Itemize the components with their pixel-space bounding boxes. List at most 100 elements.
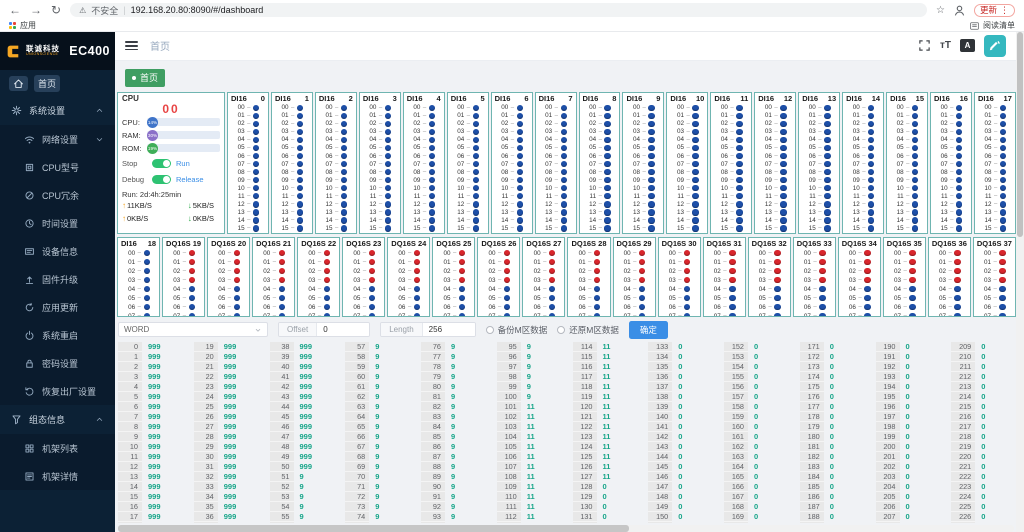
sidebar-item-密码设置[interactable]: 密码设置 — [0, 349, 115, 377]
horizontal-scrollbar-thumb[interactable] — [118, 525, 629, 532]
cell-value: 9 — [445, 362, 455, 371]
led-channel-row: 05– — [704, 294, 745, 303]
table-row: 10611 — [497, 452, 560, 462]
sidebar-item-CPU型号[interactable]: CPU型号 — [0, 153, 115, 181]
led-indicator — [385, 185, 391, 191]
channel-dash: – — [511, 161, 514, 167]
sidebar-item-系统重启[interactable]: 系统重启 — [0, 321, 115, 349]
chrome-menu-icon[interactable]: ⋮ — [1000, 5, 1009, 16]
sidebar-item-应用更新[interactable]: 应用更新 — [0, 293, 115, 321]
table-row: 16999 — [118, 502, 181, 512]
led-indicator — [956, 113, 962, 119]
reading-list-button[interactable]: 阅读清单 — [970, 20, 1015, 31]
tag-dot-icon — [132, 76, 136, 80]
channel-dash: – — [273, 295, 276, 301]
data-type-select[interactable]: WORD — [118, 322, 268, 337]
browser-back-button[interactable]: ← — [9, 4, 21, 16]
channel-dash: – — [818, 169, 821, 175]
table-row: 889 — [421, 462, 484, 472]
cell-value: 0 — [975, 452, 985, 461]
sidebar-item-label: 应用更新 — [42, 301, 78, 314]
led-channel-row: 13– — [667, 208, 707, 216]
led-channel-row: 00– — [228, 104, 268, 112]
sidebar-item-时间设置[interactable]: 时间设置 — [0, 209, 115, 237]
cell-index: 43 — [270, 392, 294, 402]
led-channel-row: 12– — [843, 200, 883, 208]
io-module-card: DQ16S2500–01–02–03–04–05–06–07–08– — [432, 237, 475, 317]
channel-dash: – — [453, 286, 456, 292]
led-indicator — [279, 268, 285, 274]
table-row: 1290 — [573, 492, 636, 502]
sidebar-group-组态信息[interactable]: 组态信息 — [0, 405, 115, 434]
channel-dash: – — [555, 121, 558, 127]
sidebar-group-系统设置[interactable]: 系统设置 — [0, 96, 115, 125]
offset-input[interactable] — [317, 323, 369, 336]
led-channel-row: 03– — [749, 276, 790, 285]
led-channel-row: 04– — [623, 136, 663, 144]
fullscreen-icon[interactable] — [918, 39, 931, 52]
chevron-down-icon — [95, 135, 104, 144]
led-channel-row: 11– — [887, 192, 927, 200]
apps-shortcut[interactable]: 应用 — [9, 20, 36, 31]
cell-index: 73 — [345, 502, 369, 512]
bookmark-star-icon[interactable]: ☆ — [936, 5, 945, 16]
led-indicator — [780, 177, 786, 183]
sidebar-item-home[interactable]: 首页 — [0, 70, 115, 96]
channel-dash: – — [363, 286, 366, 292]
table-row: 2110 — [951, 362, 1014, 372]
led-channel-row: 06– — [887, 152, 927, 160]
channel-dash: – — [183, 259, 186, 265]
led-indicator — [429, 137, 435, 143]
chrome-update-button[interactable]: 更新 ⋮ — [974, 4, 1015, 17]
address-bar[interactable]: ⚠ 不安全 | 192.168.20.80:8090/#/dashboard — [70, 3, 927, 17]
vertical-scrollbar-thumb[interactable] — [1017, 32, 1023, 237]
tab-home[interactable]: 首页 — [125, 69, 165, 87]
browser-forward-button[interactable]: → — [30, 4, 42, 16]
led-indicator — [253, 145, 259, 151]
channel-number: 02 — [893, 268, 901, 275]
debug-release-toggle[interactable] — [152, 175, 171, 185]
sidebar-item-网络设置[interactable]: 网络设置 — [0, 125, 115, 153]
theme-paint-button[interactable] — [984, 35, 1006, 57]
cell-value: 999 — [218, 382, 237, 391]
channel-dash: – — [543, 286, 546, 292]
cell-index: 95 — [497, 342, 521, 352]
led-indicator — [429, 145, 435, 151]
table-row: 1420 — [648, 432, 711, 442]
led-channel-row: 15– — [536, 224, 576, 232]
led-indicator — [561, 225, 567, 231]
length-input[interactable] — [423, 323, 475, 336]
led-channel-row: 07– — [580, 160, 620, 168]
channel-number: 04 — [713, 286, 721, 293]
backup-m-radio[interactable]: 备份M区数据 — [486, 324, 548, 336]
table-row: 519 — [270, 472, 333, 482]
sidebar-item-恢复出厂设置[interactable]: 恢复出厂设置 — [0, 377, 115, 405]
led-channel-row: 07– — [478, 312, 519, 317]
sidebar-item-机架详情[interactable]: 机架详情 — [0, 462, 115, 490]
profile-icon[interactable] — [953, 4, 966, 17]
led-channel-row: 04– — [704, 285, 745, 294]
browser-reload-button[interactable]: ↻ — [51, 4, 61, 16]
led-channel-row: 10– — [667, 184, 707, 192]
sidebar-collapse-button[interactable] — [125, 41, 138, 50]
sidebar-item-机架列表[interactable]: 机架列表 — [0, 434, 115, 462]
sidebar-item-设备信息[interactable]: 设备信息 — [0, 237, 115, 265]
led-indicator — [648, 137, 654, 143]
language-translate-icon[interactable]: A — [960, 39, 975, 52]
channel-number: 05 — [893, 295, 901, 302]
confirm-button[interactable]: 确定 — [629, 321, 668, 339]
restore-m-radio[interactable]: 还原M区数据 — [557, 324, 619, 336]
font-size-icon[interactable]: тT — [940, 40, 951, 51]
sidebar-item-固件升级[interactable]: 固件升级 — [0, 265, 115, 293]
channel-dash: – — [862, 137, 865, 143]
channel-dash: – — [950, 169, 953, 175]
channel-dash: – — [588, 304, 591, 310]
channel-number: 06 — [442, 304, 450, 311]
table-row: 789 — [421, 362, 484, 372]
channel-dash: – — [291, 177, 294, 183]
stop-run-toggle[interactable] — [152, 159, 171, 169]
table-row: 38999 — [270, 342, 333, 352]
sidebar-item-CPU冗余[interactable]: CPU冗余 — [0, 181, 115, 209]
cell-index: 25 — [194, 402, 218, 412]
module-slot: 11 — [740, 94, 748, 103]
